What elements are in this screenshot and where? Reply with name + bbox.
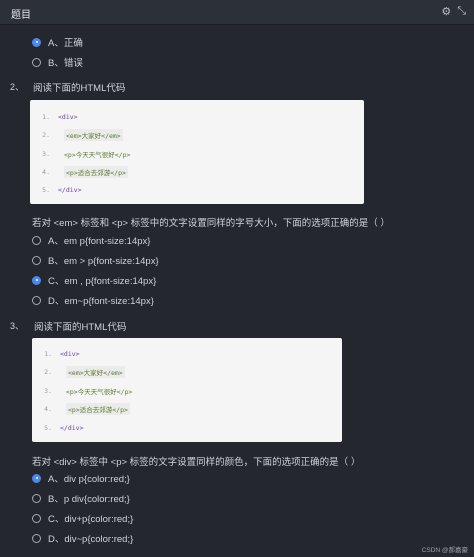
q2-option-b[interactable]: B、em > p{font-size:14px} bbox=[32, 253, 159, 267]
csdn-watermark: CSDN @郝嘉豪 bbox=[421, 547, 468, 554]
radio-icon[interactable] bbox=[32, 295, 41, 305]
radio-checked-icon[interactable] bbox=[32, 275, 41, 285]
code-line: 2. <em>大家好</em> bbox=[44, 366, 125, 378]
q3-prompt: 阅读下面的HTML代码 bbox=[34, 322, 127, 333]
radio-icon[interactable] bbox=[32, 255, 41, 265]
q3-number: 3、 bbox=[10, 321, 25, 331]
window-title: 题目 bbox=[11, 10, 31, 21]
radio-icon[interactable] bbox=[32, 235, 41, 245]
code-line: 1. <div> bbox=[44, 350, 80, 358]
q3-option-a[interactable]: A、div p{color:red;} bbox=[32, 471, 130, 485]
collapse-icon[interactable]: ⤡ bbox=[457, 5, 466, 18]
radio-checked-icon[interactable] bbox=[32, 473, 41, 483]
q3-option-c[interactable]: C、div+p{color:red;} bbox=[32, 511, 133, 525]
q2-question: 若对 <em> 标签和 <p> 标签中的文字设置同样的字号大小，下面的选项正确的… bbox=[32, 218, 390, 229]
code-line: 3. <p>今天天气很好</p> bbox=[42, 150, 131, 159]
q2-code-block: 1. <div> 2. <em>大家好</em> 3. <p>今天天气很好</p> 4… bbox=[30, 100, 364, 204]
q2-option-a-label: A、em p{font-size:14px} bbox=[48, 236, 151, 247]
radio-icon[interactable] bbox=[32, 533, 41, 543]
q1-option-a[interactable]: A、正确 bbox=[32, 35, 83, 49]
code-line: 1. <div> bbox=[42, 113, 78, 121]
q1-option-b[interactable]: B、错误 bbox=[32, 55, 83, 69]
q1-option-a-label: A、正确 bbox=[48, 38, 83, 49]
code-line: 4. <p>适合去郊游</p> bbox=[42, 166, 128, 178]
radio-icon[interactable] bbox=[32, 513, 41, 523]
q3-option-b-label: B、p div{color:red;} bbox=[48, 494, 130, 505]
q3-option-d-label: D、div~p{color:red;} bbox=[48, 534, 134, 545]
code-line: 2. <em>大家好</em> bbox=[42, 129, 123, 141]
q2-option-a[interactable]: A、em p{font-size:14px} bbox=[32, 233, 150, 247]
q3-question: 若对 <div> 标签中 <p> 标签的文字设置同样的颜色，下面的选项正确的是（… bbox=[32, 457, 361, 468]
radio-checked-icon[interactable] bbox=[32, 37, 41, 47]
code-line: 5. </div> bbox=[44, 424, 84, 432]
q2-option-c[interactable]: C、em , p{font-size:14px} bbox=[32, 273, 156, 287]
q1-option-b-label: B、错误 bbox=[48, 58, 83, 69]
code-line: 4. <p>适合去郊游</p> bbox=[44, 403, 130, 415]
q3-option-b[interactable]: B、p div{color:red;} bbox=[32, 491, 130, 505]
settings-icon[interactable]: ⚙ bbox=[441, 5, 451, 18]
radio-icon[interactable] bbox=[32, 493, 41, 503]
q2-option-d-label: D、em~p{font-size:14px} bbox=[48, 296, 154, 307]
q3-code-block: 1. <div> 2. <em>大家好</em> 3. <p>今天天气很好</p> 4… bbox=[32, 338, 342, 442]
q2-option-c-label: C、em , p{font-size:14px} bbox=[48, 276, 157, 287]
q3-option-d[interactable]: D、div~p{color:red;} bbox=[32, 531, 133, 545]
q3-option-a-label: A、div p{color:red;} bbox=[48, 474, 130, 485]
q3-option-c-label: C、div+p{color:red;} bbox=[48, 514, 134, 525]
radio-icon[interactable] bbox=[32, 57, 41, 67]
code-line: 5. </div> bbox=[42, 186, 82, 194]
titlebar-icons: ⚙ ⤡ bbox=[441, 5, 466, 18]
window-titlebar: 题目 ⚙ ⤡ bbox=[0, 0, 474, 25]
q2-prompt: 阅读下面的HTML代码 bbox=[33, 83, 126, 94]
code-line: 3. <p>今天天气很好</p> bbox=[44, 387, 133, 396]
q2-option-d[interactable]: D、em~p{font-size:14px} bbox=[32, 293, 154, 307]
q2-option-b-label: B、em > p{font-size:14px} bbox=[48, 256, 159, 267]
q2-number: 2、 bbox=[10, 82, 25, 92]
